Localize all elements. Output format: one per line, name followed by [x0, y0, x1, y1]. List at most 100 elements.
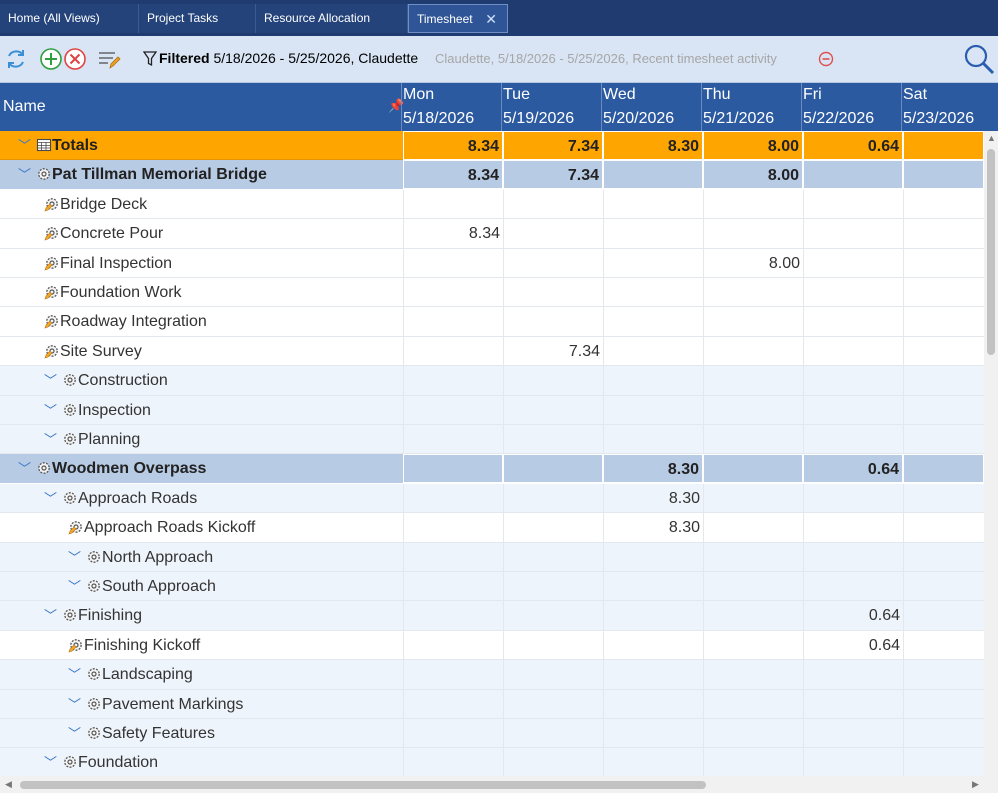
chevron-down-icon[interactable]: ﹀ [68, 690, 81, 719]
hours-cell[interactable] [703, 483, 803, 513]
hours-cell[interactable] [703, 307, 803, 337]
hours-cell[interactable] [403, 366, 503, 396]
hours-cell[interactable] [703, 278, 803, 307]
hours-cell[interactable] [703, 513, 803, 543]
group-row[interactable]: ﹀ Construction [0, 366, 984, 396]
hours-cell[interactable] [803, 395, 903, 425]
hours-cell[interactable] [903, 483, 984, 513]
hours-cell[interactable]: 8.30 [603, 131, 703, 160]
search-icon[interactable] [962, 42, 996, 76]
hours-cell[interactable] [603, 425, 703, 454]
hours-cell[interactable]: 8.34 [403, 219, 503, 249]
hours-cell[interactable] [903, 307, 984, 337]
hours-cell[interactable] [903, 542, 984, 572]
task-row[interactable]: Concrete Pour 8.34 [0, 219, 984, 249]
chevron-down-icon[interactable]: ﹀ [18, 160, 31, 189]
hours-cell[interactable] [703, 336, 803, 366]
hours-cell[interactable] [503, 719, 603, 748]
hours-cell[interactable]: 8.00 [703, 160, 803, 190]
totals-row[interactable]: ﹀ Totals 8.34 7.34 8.30 8.00 0.64 [0, 131, 984, 161]
hours-cell[interactable] [903, 366, 984, 396]
hours-cell[interactable] [803, 513, 903, 543]
column-header-tue[interactable]: Tue 5/19/2026 [501, 83, 601, 131]
hours-cell[interactable] [503, 366, 603, 396]
hours-cell[interactable]: 0.64 [803, 131, 903, 160]
hours-cell[interactable] [903, 719, 984, 748]
tab-project-tasks[interactable]: Project Tasks [139, 4, 256, 33]
hours-cell[interactable]: 8.30 [603, 513, 703, 543]
hours-cell[interactable] [503, 748, 603, 776]
horizontal-scroll-thumb[interactable] [20, 781, 706, 789]
vertical-scroll-thumb[interactable] [987, 149, 995, 355]
group-row[interactable]: ﹀ Pavement Markings [0, 689, 984, 719]
hours-cell[interactable]: 0.64 [803, 630, 903, 660]
chevron-down-icon[interactable]: ﹀ [44, 425, 57, 454]
hours-cell[interactable] [803, 483, 903, 513]
column-header-sat[interactable]: Sat 5/23/2026 [901, 83, 998, 131]
delete-icon[interactable] [63, 47, 87, 71]
task-row[interactable]: Foundation Work [0, 278, 984, 308]
remove-filter-icon[interactable] [818, 51, 834, 67]
hours-cell[interactable] [703, 748, 803, 776]
hours-cell[interactable] [703, 719, 803, 748]
group-row[interactable]: ﹀ Safety Features [0, 719, 984, 749]
hours-cell[interactable] [803, 660, 903, 690]
hours-cell[interactable] [603, 395, 703, 425]
hours-cell[interactable] [403, 454, 503, 484]
hours-cell[interactable] [603, 572, 703, 601]
hours-cell[interactable] [503, 689, 603, 719]
hours-cell[interactable] [403, 248, 503, 278]
hours-cell[interactable] [603, 719, 703, 748]
add-icon[interactable] [39, 47, 63, 71]
chevron-down-icon[interactable]: ﹀ [68, 719, 81, 748]
hours-cell[interactable] [603, 248, 703, 278]
hours-cell[interactable] [803, 278, 903, 307]
chevron-down-icon[interactable]: ﹀ [44, 748, 57, 776]
hours-cell[interactable] [903, 454, 984, 484]
hours-cell[interactable] [703, 366, 803, 396]
hours-cell[interactable] [603, 601, 703, 631]
hours-cell[interactable] [603, 160, 703, 190]
group-row[interactable]: ﹀ Foundation [0, 748, 984, 776]
hours-cell[interactable] [403, 719, 503, 748]
scroll-up-icon[interactable]: ▲ [987, 133, 996, 143]
horizontal-scrollbar[interactable]: ◀ ▶ [0, 776, 998, 793]
hours-cell[interactable] [803, 366, 903, 396]
hours-cell[interactable]: 8.34 [403, 131, 503, 160]
hours-cell[interactable] [703, 542, 803, 572]
column-header-wed[interactable]: Wed 5/20/2026 [601, 83, 701, 131]
hours-cell[interactable] [703, 660, 803, 690]
hours-cell[interactable] [403, 189, 503, 219]
hours-cell[interactable]: 7.34 [503, 131, 603, 160]
group-row[interactable]: ﹀ Finishing 0.64 [0, 601, 984, 631]
project-row[interactable]: ﹀ Woodmen Overpass 8.30 0.64 [0, 454, 984, 484]
hours-cell[interactable] [603, 542, 703, 572]
vertical-scrollbar[interactable]: ▲ [984, 131, 998, 776]
hours-cell[interactable] [903, 630, 984, 660]
hours-cell[interactable] [903, 689, 984, 719]
hours-cell[interactable] [603, 219, 703, 249]
task-row[interactable]: Site Survey 7.34 [0, 336, 984, 367]
column-header-mon[interactable]: Mon 5/18/2026 [401, 83, 501, 131]
hours-cell[interactable]: 8.00 [703, 248, 803, 278]
group-row[interactable]: ﹀ North Approach [0, 542, 984, 572]
hours-cell[interactable] [803, 748, 903, 776]
hours-cell[interactable] [503, 248, 603, 278]
hours-cell[interactable] [503, 572, 603, 601]
hours-cell[interactable] [603, 307, 703, 337]
task-row[interactable]: Finishing Kickoff 0.64 [0, 630, 984, 661]
hours-cell[interactable] [403, 630, 503, 660]
chevron-down-icon[interactable]: ﹀ [44, 484, 57, 513]
hours-cell[interactable]: 7.34 [503, 336, 603, 366]
hours-cell[interactable] [903, 189, 984, 219]
hours-cell[interactable] [703, 572, 803, 601]
hours-cell[interactable]: 8.30 [603, 454, 703, 484]
filter-suggestion[interactable]: Claudette, 5/18/2026 - 5/25/2026, Recent… [435, 51, 777, 66]
hours-cell[interactable] [403, 748, 503, 776]
task-row[interactable]: Bridge Deck [0, 189, 984, 220]
hours-cell[interactable] [903, 219, 984, 249]
hours-cell[interactable] [503, 454, 603, 484]
hours-cell[interactable] [803, 160, 903, 190]
hours-cell[interactable] [703, 689, 803, 719]
hours-cell[interactable] [503, 278, 603, 307]
